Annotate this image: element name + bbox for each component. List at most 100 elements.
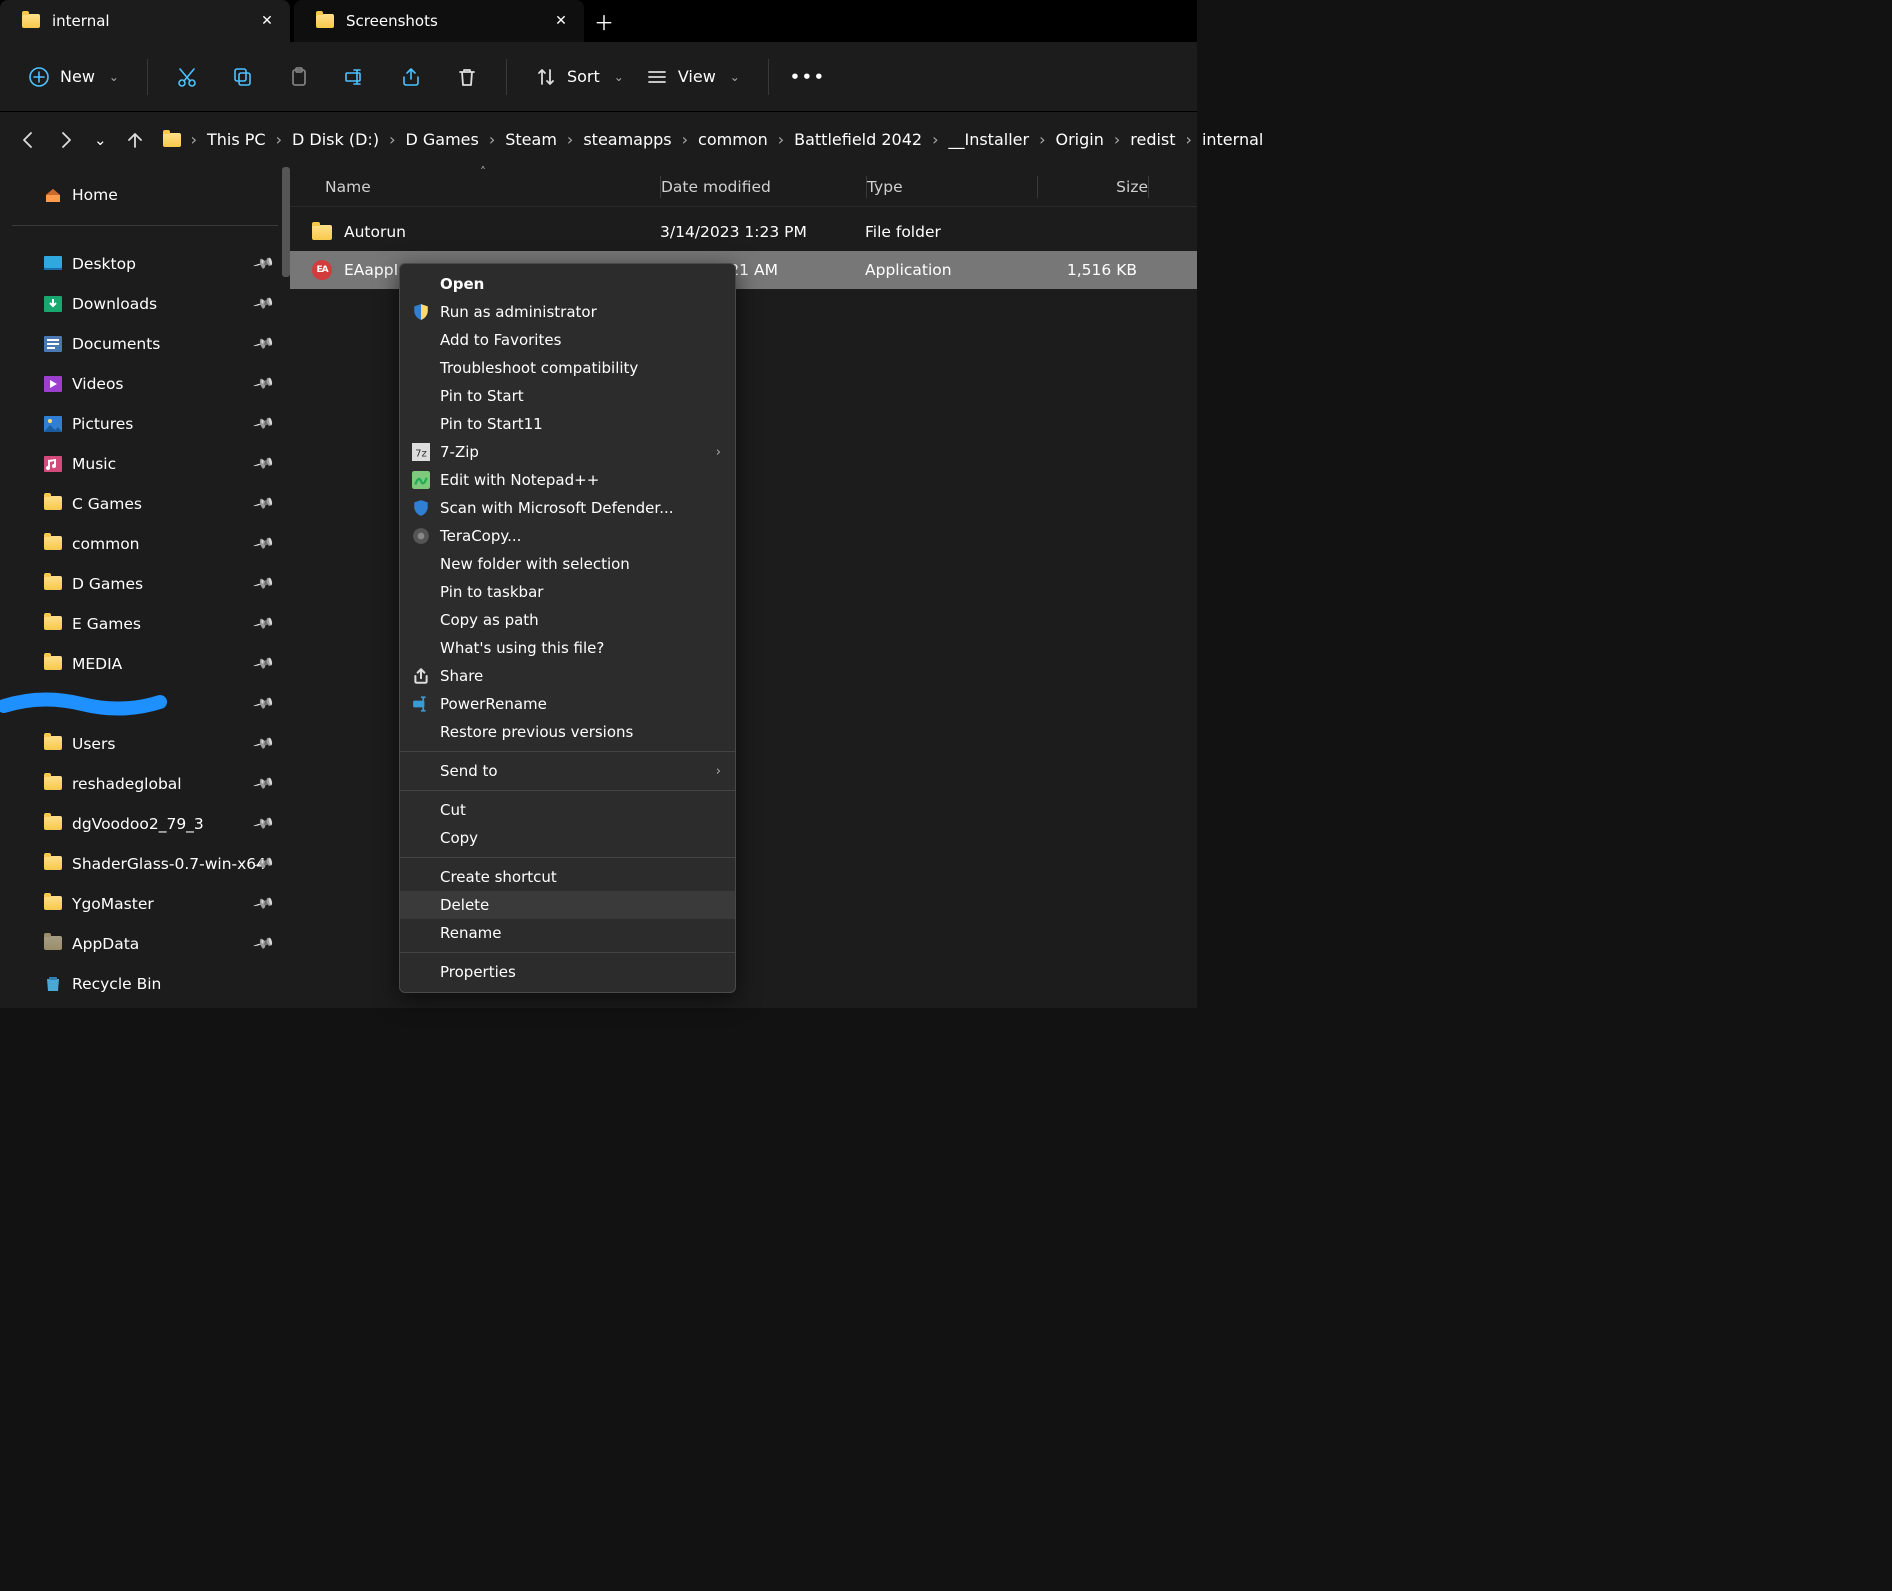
sidebar-item-reshadeglobal[interactable]: reshadeglobal📌 (0, 764, 290, 804)
menu-item-what-s-using-this-file[interactable]: What's using this file? (400, 634, 735, 662)
sidebar-item-appdata[interactable]: AppData📌 (0, 924, 290, 964)
menu-item-scan-with-microsoft-defender[interactable]: Scan with Microsoft Defender... (400, 494, 735, 522)
separator (147, 59, 148, 95)
up-button[interactable] (125, 124, 145, 156)
column-name[interactable]: Name (290, 178, 660, 196)
column-size[interactable]: Size (1038, 178, 1148, 196)
sidebar-home[interactable]: Home (0, 175, 290, 215)
sidebar-item-c-games[interactable]: C Games📌 (0, 484, 290, 524)
menu-item-label: Run as administrator (440, 303, 597, 321)
crumb[interactable]: Battlefield 2042 (794, 130, 922, 149)
sidebar-item-shaderglass-0-7-win-x64[interactable]: ShaderGlass-0.7-win-x64📌 (0, 844, 290, 884)
menu-item-rename[interactable]: Rename (400, 919, 735, 947)
crumb[interactable]: D Games (405, 130, 478, 149)
folder-icon (44, 776, 62, 792)
pin-icon: 📌 (252, 453, 275, 476)
breadcrumb[interactable]: › This PC› D Disk (D:)› D Games› Steam› … (163, 130, 1264, 149)
home-icon (44, 187, 62, 203)
crumb[interactable]: redist (1130, 130, 1175, 149)
crumb[interactable]: __Installer (948, 130, 1029, 149)
crumb[interactable]: steamapps (583, 130, 671, 149)
sidebar-item-d-games[interactable]: D Games📌 (0, 564, 290, 604)
sidebar-item-label: E Games (72, 615, 141, 633)
cut-icon[interactable] (176, 66, 198, 88)
more-icon[interactable]: ••• (797, 66, 819, 88)
column-date[interactable]: Date modified (661, 178, 866, 196)
sidebar-item-redacted[interactable]: 📌 (0, 684, 290, 724)
menu-item-teracopy[interactable]: TeraCopy... (400, 522, 735, 550)
menu-item-restore-previous-versions[interactable]: Restore previous versions (400, 718, 735, 746)
close-icon[interactable]: ✕ (552, 13, 570, 29)
crumb[interactable]: Steam (505, 130, 557, 149)
menu-item-open[interactable]: Open (400, 270, 735, 298)
sidebar-item-music[interactable]: Music📌 (0, 444, 290, 484)
menu-item-delete[interactable]: Delete (400, 891, 735, 919)
tab-internal[interactable]: internal ✕ (0, 0, 290, 42)
menu-item-properties[interactable]: Properties (400, 958, 735, 986)
share-icon[interactable] (400, 66, 422, 88)
new-tab-button[interactable]: ＋ (584, 1, 624, 41)
rename-icon[interactable] (344, 66, 366, 88)
menu-item-troubleshoot-compatibility[interactable]: Troubleshoot compatibility (400, 354, 735, 382)
svg-text:7z: 7z (415, 449, 427, 460)
menu-item-add-to-favorites[interactable]: Add to Favorites (400, 326, 735, 354)
chevron-right-icon: › (932, 130, 938, 149)
sidebar-item-downloads[interactable]: Downloads📌 (0, 284, 290, 324)
tab-screenshots[interactable]: Screenshots ✕ (294, 0, 584, 42)
sidebar-item-label: MEDIA (72, 655, 122, 673)
menu-item-cut[interactable]: Cut (400, 796, 735, 824)
menu-item-pin-to-start11[interactable]: Pin to Start11 (400, 410, 735, 438)
sidebar-item-label: common (72, 535, 140, 553)
crumb[interactable]: common (698, 130, 768, 149)
menu-item-powerrename[interactable]: PowerRename (400, 690, 735, 718)
menu-item-7-zip[interactable]: 7z7-Zip› (400, 438, 735, 466)
menu-item-new-folder-with-selection[interactable]: New folder with selection (400, 550, 735, 578)
crumb[interactable]: internal (1202, 130, 1263, 149)
sidebar-item-media[interactable]: MEDIA📌 (0, 644, 290, 684)
menu-item-copy-as-path[interactable]: Copy as path (400, 606, 735, 634)
crumb[interactable]: D Disk (D:) (292, 130, 379, 149)
new-button[interactable]: New ⌄ (28, 66, 119, 88)
menu-item-create-shortcut[interactable]: Create shortcut (400, 863, 735, 891)
sidebar-item-users[interactable]: Users📌 (0, 724, 290, 764)
sidebar-item-common[interactable]: common📌 (0, 524, 290, 564)
sidebar-item-videos[interactable]: Videos📌 (0, 364, 290, 404)
column-separator[interactable] (1148, 176, 1149, 198)
menu-item-pin-to-start[interactable]: Pin to Start (400, 382, 735, 410)
file-row[interactable]: Autorun3/14/2023 1:23 PMFile folder (290, 213, 1197, 251)
forward-button[interactable] (56, 124, 76, 156)
delete-icon[interactable] (456, 66, 478, 88)
crumb[interactable]: This PC (207, 130, 266, 149)
menu-item-share[interactable]: Share (400, 662, 735, 690)
menu-item-run-as-administrator[interactable]: Run as administrator (400, 298, 735, 326)
back-button[interactable] (18, 124, 38, 156)
view-button[interactable]: View ⌄ (646, 66, 740, 88)
menu-item-label: New folder with selection (440, 555, 630, 573)
menu-item-copy[interactable]: Copy (400, 824, 735, 852)
column-type[interactable]: Type (867, 178, 1037, 196)
menu-item-pin-to-taskbar[interactable]: Pin to taskbar (400, 578, 735, 606)
close-icon[interactable]: ✕ (258, 13, 276, 29)
pin-icon: 📌 (252, 373, 275, 396)
recent-button[interactable]: ⌄ (94, 124, 107, 156)
pin-icon: 📌 (252, 573, 275, 596)
crumb[interactable]: Origin (1055, 130, 1103, 149)
sort-button[interactable]: Sort ⌄ (535, 66, 624, 88)
folder-icon (316, 14, 334, 28)
chevron-right-icon: › (778, 130, 784, 149)
separator (400, 790, 735, 791)
sidebar-item-documents[interactable]: Documents📌 (0, 324, 290, 364)
copy-icon[interactable] (232, 66, 254, 88)
sidebar-item-recycle-bin[interactable]: Recycle Bin (0, 964, 290, 1004)
address-bar: ⌄ › This PC› D Disk (D:)› D Games› Steam… (0, 112, 1197, 167)
sidebar-item-dgvoodoo2-79-3[interactable]: dgVoodoo2_79_3📌 (0, 804, 290, 844)
paste-icon[interactable] (288, 66, 310, 88)
downloads-icon (44, 296, 62, 312)
menu-item-edit-with-notepad[interactable]: Edit with Notepad++ (400, 466, 735, 494)
sidebar-item-ygomaster[interactable]: YgoMaster📌 (0, 884, 290, 924)
sidebar-item-e-games[interactable]: E Games📌 (0, 604, 290, 644)
sidebar-item-desktop[interactable]: Desktop📌 (0, 244, 290, 284)
sidebar-item-pictures[interactable]: Pictures📌 (0, 404, 290, 444)
menu-item-send-to[interactable]: Send to› (400, 757, 735, 785)
pictures-icon (44, 416, 62, 432)
